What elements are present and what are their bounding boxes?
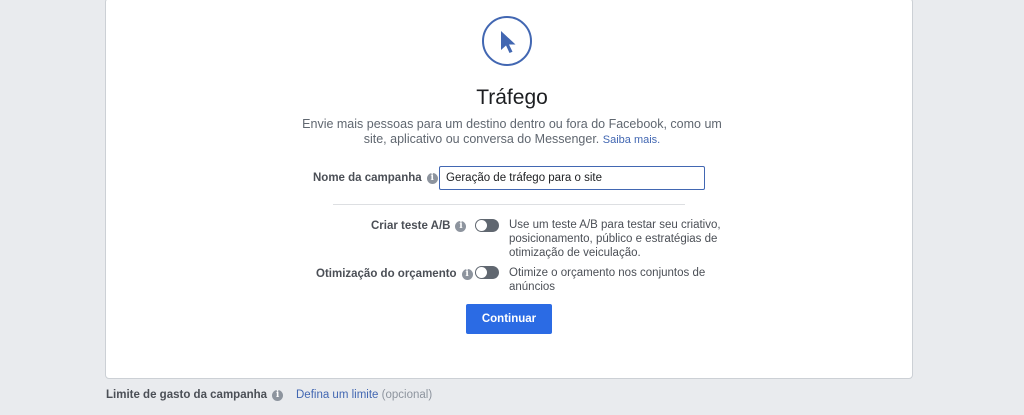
continue-button[interactable]: Continuar bbox=[466, 304, 552, 334]
toggle-knob bbox=[476, 220, 487, 231]
spend-limit-row: Defina um limite (opcional) bbox=[296, 389, 432, 401]
campaign-name-label: Nome da campanha i bbox=[313, 172, 438, 184]
info-icon[interactable]: i bbox=[426, 172, 438, 184]
ab-test-description: Use um teste A/B para testar seu criativ… bbox=[509, 219, 721, 259]
info-icon[interactable]: i bbox=[455, 220, 467, 232]
cursor-icon bbox=[501, 31, 516, 53]
campaign-name-label-text: Nome da campanha bbox=[313, 172, 422, 184]
budget-optimization-label-text: Otimização do orçamento bbox=[316, 268, 457, 280]
info-icon[interactable]: i bbox=[272, 389, 284, 401]
budget-optimization-description: Otimize o orçamento nos conjuntos de anú… bbox=[509, 267, 706, 293]
learn-more-link[interactable]: Saiba mais. bbox=[603, 134, 660, 146]
spend-limit-label: Limite de gasto da campanha i bbox=[106, 389, 284, 401]
campaign-name-input[interactable] bbox=[439, 166, 705, 190]
budget-optimization-label: Otimização do orçamento i bbox=[316, 268, 473, 280]
ab-test-label-text: Criar teste A/B bbox=[371, 220, 451, 232]
spend-limit-label-text: Limite de gasto da campanha bbox=[106, 389, 268, 401]
objective-icon-circle bbox=[482, 16, 532, 66]
divider bbox=[333, 204, 685, 205]
set-limit-link[interactable]: Defina um limite bbox=[296, 389, 378, 401]
ab-test-label: Criar teste A/B i bbox=[371, 220, 467, 232]
ab-test-toggle[interactable] bbox=[475, 219, 499, 232]
optional-hint: (opcional) bbox=[381, 389, 433, 401]
info-icon[interactable]: i bbox=[461, 268, 473, 280]
objective-description: Envie mais pessoas para um destino dentr… bbox=[295, 117, 729, 148]
objective-title: Tráfego bbox=[476, 86, 548, 109]
budget-optimization-toggle[interactable] bbox=[475, 266, 499, 279]
toggle-knob bbox=[476, 267, 487, 278]
